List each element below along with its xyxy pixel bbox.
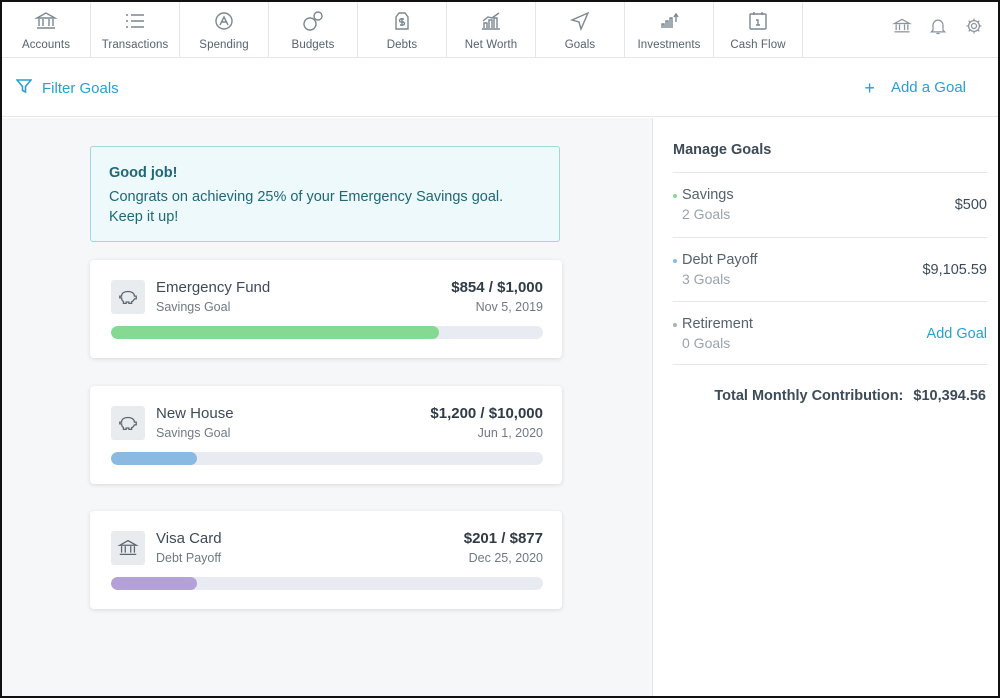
manage-goals-panel: Manage Goals Savings 2 Goals $500 Debt P… (652, 118, 998, 696)
app-window: Accounts Transactions Spending Budgets D… (0, 0, 1000, 698)
filter-goals-label: Filter Goals (42, 79, 119, 97)
add-goal-link[interactable]: Add Goal (927, 326, 987, 342)
bank-icon (33, 8, 59, 34)
nav-budgets[interactable]: Budgets (269, 2, 358, 57)
goals-main: Good job! Congrats on achieving 25% of y… (2, 118, 652, 696)
goal-date: Nov 5, 2019 (475, 300, 543, 314)
category-count: 0 Goals (682, 335, 731, 351)
nav-label: Accounts (21, 39, 71, 51)
goal-type: Savings Goal (156, 300, 231, 314)
goals-icon (567, 8, 593, 34)
net-worth-icon (478, 8, 504, 34)
alert-message: Congrats on achieving 25% of your Emerge… (109, 189, 504, 225)
piggy-bank-icon (111, 280, 145, 314)
nav-label: Budgets (291, 39, 335, 51)
nav-label: Net Worth (464, 39, 518, 51)
nav-label: Spending (199, 39, 249, 51)
nav-label: Investments (637, 39, 701, 51)
calendar-icon (745, 8, 771, 34)
category-value: $9,105.59 (922, 262, 987, 278)
goal-card-new-house[interactable]: New House Savings Goal $1,200 / $10,000 … (90, 386, 562, 484)
category-value: $500 (954, 197, 987, 213)
goal-progress-track (111, 326, 543, 339)
congrats-alert: Good job! Congrats on achieving 25% of y… (90, 146, 560, 242)
goal-card-visa-card[interactable]: Visa Card Debt Payoff $201 / $877 Dec 25… (90, 511, 562, 609)
category-name: Retirement (682, 316, 753, 332)
goal-card-emergency-fund[interactable]: Emergency Fund Savings Goal $854 / $1,00… (90, 260, 562, 358)
nav-transactions[interactable]: Transactions (91, 2, 180, 57)
total-monthly-contribution: Total Monthly Contribution: $10,394.56 (714, 388, 986, 404)
nav-debts[interactable]: Debts (358, 2, 447, 57)
gear-icon[interactable] (964, 16, 984, 41)
filter-bar: Filter Goals + Add a Goal (2, 58, 998, 117)
filter-goals-button[interactable]: Filter Goals (15, 78, 119, 98)
manage-goals-title: Manage Goals (673, 142, 772, 158)
goal-name: Emergency Fund (156, 279, 271, 296)
goal-progress-track (111, 577, 543, 590)
filter-icon (15, 78, 33, 98)
goal-amount: $201 / $877 (463, 530, 543, 547)
goal-progress-fill (111, 452, 198, 465)
nav-net-worth[interactable]: Net Worth (447, 2, 536, 57)
goal-amount: $854 / $1,000 (451, 279, 543, 296)
add-goal-label: Add a Goal (890, 79, 966, 96)
bank-icon (111, 531, 145, 565)
category-count: 2 Goals (682, 206, 731, 222)
category-name: Savings (682, 187, 734, 203)
nav-spending[interactable]: Spending (180, 2, 269, 57)
bell-icon[interactable] (928, 16, 948, 41)
category-name: Debt Payoff (682, 252, 758, 268)
manage-row-savings[interactable]: Savings 2 Goals $500 (673, 172, 987, 236)
total-label: Total Monthly Contribution: (714, 388, 904, 404)
add-goal-button[interactable]: + Add a Goal (864, 77, 966, 98)
manage-row-retirement: Retirement 0 Goals Add Goal (673, 301, 987, 365)
status-dot (673, 323, 677, 327)
nav-right-tools (892, 16, 984, 41)
top-nav: Accounts Transactions Spending Budgets D… (2, 2, 998, 58)
spending-icon (211, 8, 237, 34)
status-dot (673, 194, 677, 198)
goal-type: Debt Payoff (156, 551, 222, 565)
goal-name: New House (156, 405, 234, 422)
alert-title: Good job! (109, 165, 178, 181)
goal-progress-track (111, 452, 543, 465)
nav-accounts[interactable]: Accounts (2, 2, 91, 57)
goal-date: Jun 1, 2020 (477, 426, 543, 440)
nav-label: Transactions (101, 39, 169, 51)
status-dot (673, 259, 677, 263)
goal-progress-fill (111, 326, 440, 339)
list-icon (122, 8, 148, 34)
total-value: $10,394.56 (913, 388, 986, 404)
bank-icon[interactable] (892, 16, 912, 41)
goal-progress-fill (111, 577, 198, 590)
goal-type: Savings Goal (156, 426, 231, 440)
category-count: 3 Goals (682, 271, 731, 287)
investments-icon (656, 8, 682, 34)
nav-label: Goals (564, 39, 596, 51)
plus-icon: + (864, 77, 875, 98)
nav-goals[interactable]: Goals (536, 2, 625, 57)
goal-date: Dec 25, 2020 (468, 551, 543, 565)
nav-cash-flow[interactable]: Cash Flow (714, 2, 803, 57)
manage-row-debt-payoff[interactable]: Debt Payoff 3 Goals $9,105.59 (673, 237, 987, 301)
piggy-bank-icon (111, 406, 145, 440)
nav-label: Cash Flow (730, 39, 786, 51)
nav-label: Debts (386, 39, 418, 51)
goal-name: Visa Card (156, 530, 222, 547)
budgets-icon (300, 8, 326, 34)
debts-icon (389, 8, 415, 34)
goal-amount: $1,200 / $10,000 (430, 405, 543, 422)
nav-investments[interactable]: Investments (625, 2, 714, 57)
